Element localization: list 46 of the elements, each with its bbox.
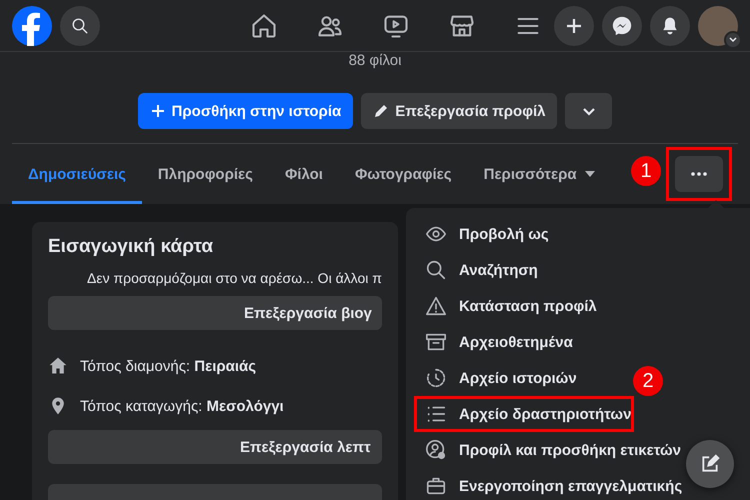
search-icon xyxy=(425,259,447,281)
detail-text: Τόπος διαμονής: Πειραιάς xyxy=(80,358,256,374)
messenger-icon xyxy=(611,14,633,36)
profile-tab[interactable]: Πληροφορίες xyxy=(142,144,269,204)
plus-button[interactable] xyxy=(554,6,594,46)
menu-item[interactable]: Προφίλ και προσθήκη ετικετών xyxy=(414,432,684,468)
detail-text: Τόπος καταγωγής: Μεσολόγγι xyxy=(80,398,284,414)
more-icon xyxy=(691,172,707,176)
user-gear-icon xyxy=(425,439,447,461)
profile-tab[interactable]: Φωτογραφίες xyxy=(338,144,468,204)
chevron-icon xyxy=(582,106,596,116)
briefcase-icon xyxy=(425,475,447,497)
edit-details-button[interactable]: Επεξεργασία λεπτ xyxy=(48,430,382,464)
compose-icon xyxy=(700,454,720,474)
card-title: Εισαγωγική κάρτα xyxy=(48,236,214,258)
plus-icon xyxy=(150,103,166,119)
menu-item[interactable]: Αναζήτηση xyxy=(414,252,541,288)
menu-item[interactable]: Προβολή ως xyxy=(414,216,552,252)
menu-item[interactable]: Ενεργοποίηση επαγγελματικής xyxy=(414,468,686,500)
friends-count[interactable]: 88 φίλοι xyxy=(12,52,738,74)
profile-tab[interactable]: Δημοσιεύσεις xyxy=(12,144,142,204)
search-icon xyxy=(71,16,89,34)
notifications-button[interactable] xyxy=(650,6,690,46)
clock-icon xyxy=(425,367,447,389)
house-icon xyxy=(48,356,68,376)
add-story-button[interactable]: Προσθήκη στην ιστορία xyxy=(138,93,354,129)
step-number: 2 xyxy=(633,366,663,396)
archive-box-icon xyxy=(425,331,447,353)
bio-text: Δεν προσαρμόζομαι στο να αρέσω... Οι άλλοι π xyxy=(87,270,382,286)
menu-item[interactable]: Αρχείο δραστηριοτήτων xyxy=(414,396,634,432)
search-button[interactable] xyxy=(60,6,100,46)
dropdown-button[interactable] xyxy=(565,93,612,129)
messenger-button[interactable] xyxy=(602,6,642,46)
profile-tab[interactable]: Φίλοι xyxy=(268,144,339,204)
profile-tab[interactable]: Περισσότερα xyxy=(468,144,611,204)
menu-item[interactable]: Κατάσταση προφίλ xyxy=(414,288,600,324)
home-icon[interactable] xyxy=(250,12,278,40)
edit-profile-button[interactable]: Επεξεργασία προφίλ xyxy=(361,93,558,129)
logo-icon[interactable] xyxy=(12,6,52,46)
warning-icon xyxy=(425,295,447,317)
menu-item[interactable]: Αρχείο ιστοριών xyxy=(414,360,580,396)
edit-bio-button[interactable]: Επεξεργασία βιογ xyxy=(48,296,382,330)
menu-item[interactable]: Αρχειοθετημένα xyxy=(414,324,576,360)
pencil-icon xyxy=(373,103,390,119)
step-number: 1 xyxy=(631,156,661,186)
more-button[interactable] xyxy=(675,156,723,192)
